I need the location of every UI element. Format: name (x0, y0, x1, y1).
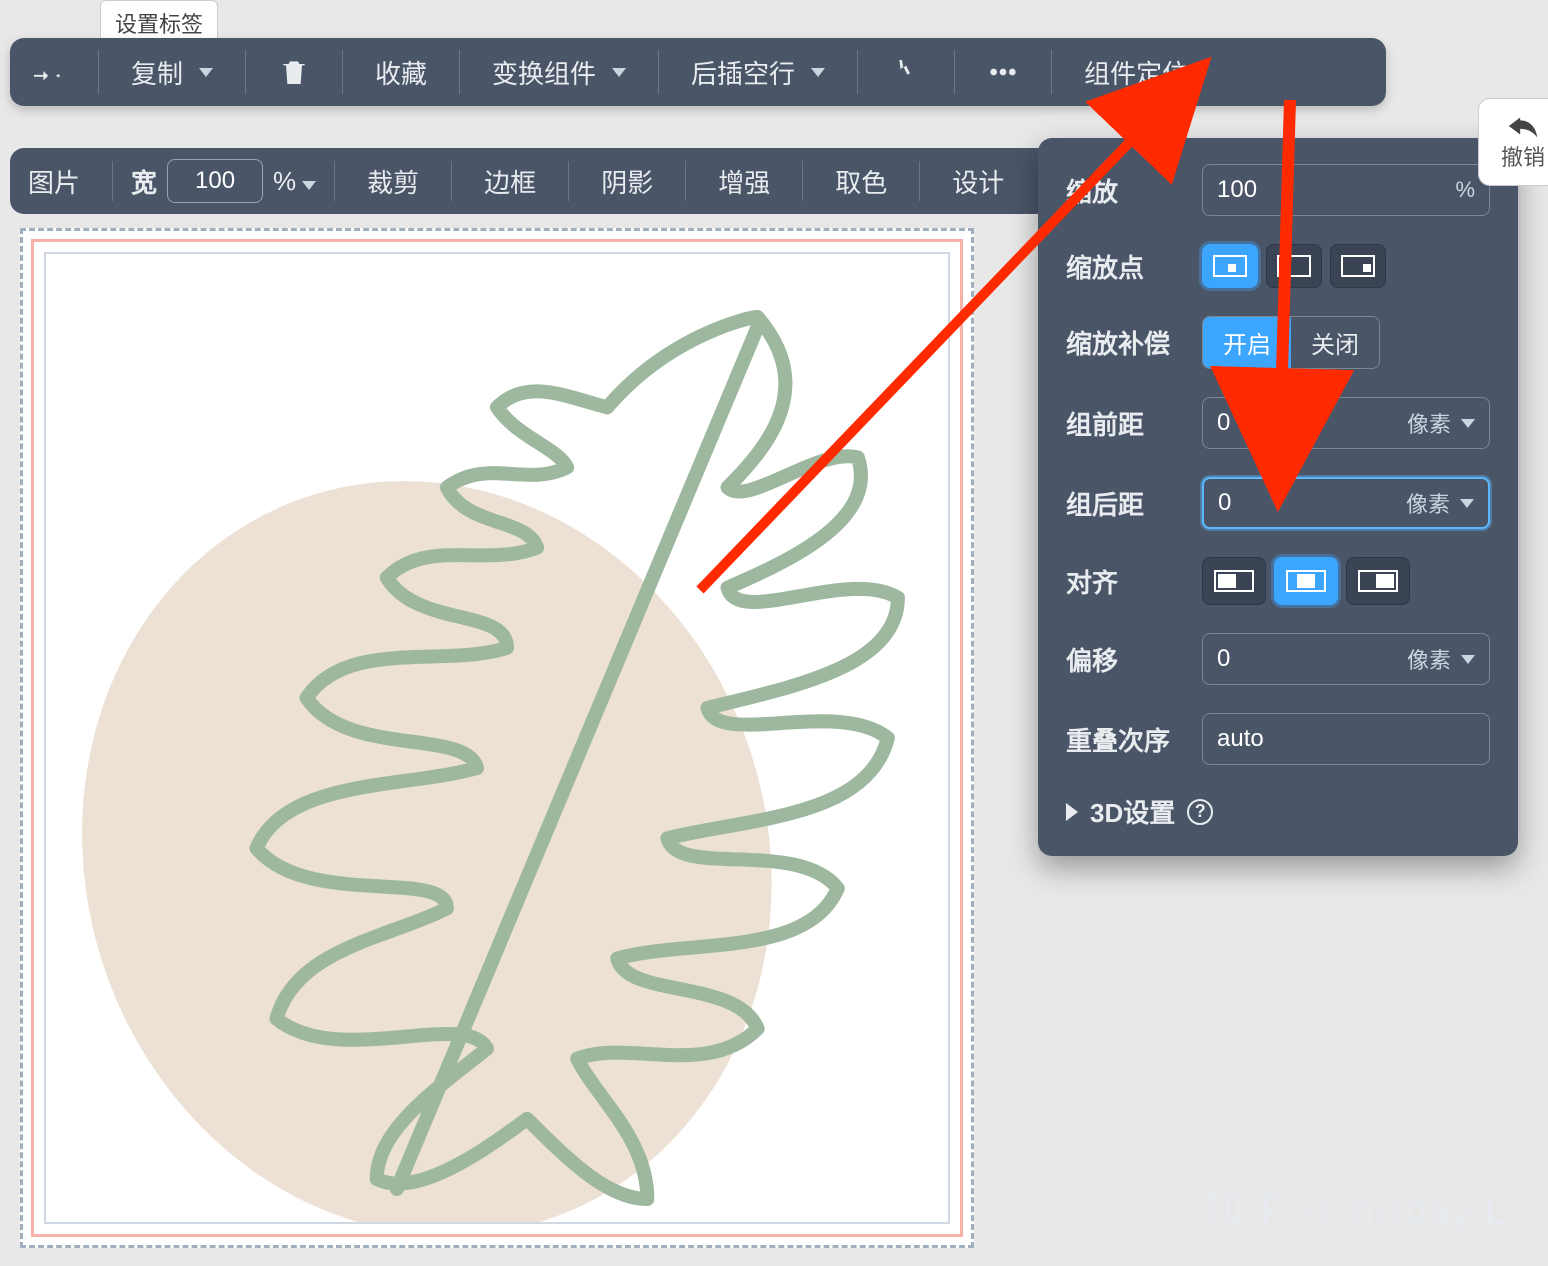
scale-point-right[interactable] (1330, 244, 1386, 288)
undo-label: 撤销 (1501, 140, 1545, 172)
scale-comp-label: 缩放补偿 (1066, 324, 1184, 361)
scale-point-label: 缩放点 (1066, 248, 1184, 285)
offset-label: 偏移 (1066, 641, 1184, 678)
pin-icon[interactable] (20, 56, 80, 88)
3d-settings-section[interactable]: 3D设置 ? (1066, 793, 1490, 830)
chevron-down-icon (811, 68, 825, 77)
watermark: 知乎 @misday L (1204, 1178, 1508, 1236)
zindex-label: 重叠次序 (1066, 721, 1184, 758)
copy-label: 复制 (131, 54, 183, 91)
scale-point-center[interactable] (1202, 244, 1258, 288)
canvas-area[interactable] (20, 228, 974, 1248)
unit-px-selector[interactable]: 像素 (1407, 643, 1475, 675)
margin-after-input[interactable]: 0 像素 (1202, 477, 1490, 529)
insert-after-label: 后插空行 (691, 54, 795, 91)
image-label: 图片 (28, 163, 94, 200)
positioning-panel: 缩放 100 % 缩放点 缩放补偿 开启 关闭 组前距 0 像素 组后距 0 像… (1038, 138, 1518, 856)
margin-before-input[interactable]: 0 像素 (1202, 397, 1490, 449)
zindex-input[interactable]: auto (1202, 713, 1490, 765)
chevron-down-icon (302, 181, 316, 190)
main-toolbar: 复制 收藏 变换组件 后插空行 组件定位 (10, 38, 1386, 106)
crop-button[interactable]: 裁剪 (353, 163, 433, 200)
align-right[interactable] (1346, 557, 1410, 605)
pick-color-button[interactable]: 取色 (821, 163, 901, 200)
more-button[interactable] (973, 56, 1033, 88)
shadow-button[interactable]: 阴影 (587, 163, 667, 200)
scale-comp-off[interactable]: 关闭 (1291, 317, 1379, 368)
image-toolbar: 图片 宽 % 裁剪 边框 阴影 增强 取色 设计 (10, 148, 1050, 214)
chevron-down-icon (612, 68, 626, 77)
delete-button[interactable] (264, 56, 324, 88)
unit-px-selector[interactable]: 像素 (1407, 407, 1475, 439)
align-label: 对齐 (1066, 563, 1184, 600)
selected-image-frame[interactable] (31, 239, 963, 1237)
help-icon[interactable]: ? (1187, 799, 1213, 825)
margin-before-label: 组前距 (1066, 405, 1184, 442)
unit-px-selector[interactable]: 像素 (1406, 487, 1474, 519)
scale-label: 缩放 (1066, 172, 1184, 209)
locate-component-button[interactable]: 组件定位 (1070, 54, 1202, 91)
favorite-button[interactable]: 收藏 (361, 54, 441, 91)
scale-input[interactable]: 100 % (1202, 164, 1490, 216)
width-unit[interactable]: % (273, 166, 316, 197)
insert-after-button[interactable]: 后插空行 (677, 54, 839, 91)
chevron-down-icon (199, 68, 213, 77)
transform-label: 变换组件 (492, 54, 596, 91)
scale-unit: % (1455, 177, 1475, 203)
scale-comp-toggle: 开启 关闭 (1202, 316, 1380, 369)
enhance-button[interactable]: 增强 (704, 163, 784, 200)
width-input[interactable] (167, 159, 263, 203)
transform-button[interactable]: 变换组件 (478, 54, 640, 91)
undo-button[interactable]: 撤销 (1478, 98, 1548, 186)
border-button[interactable]: 边框 (470, 163, 550, 200)
click-action-icon[interactable] (876, 56, 936, 88)
copy-button[interactable]: 复制 (117, 54, 227, 91)
align-left[interactable] (1202, 557, 1266, 605)
design-button[interactable]: 设计 (938, 163, 1018, 200)
scale-point-left[interactable] (1266, 244, 1322, 288)
align-center[interactable] (1274, 557, 1338, 605)
image-content (44, 252, 950, 1224)
margin-after-label: 组后距 (1066, 485, 1184, 522)
offset-input[interactable]: 0 像素 (1202, 633, 1490, 685)
scale-comp-on[interactable]: 开启 (1203, 317, 1291, 368)
expand-icon (1066, 803, 1078, 821)
width-label: 宽 (131, 163, 157, 200)
